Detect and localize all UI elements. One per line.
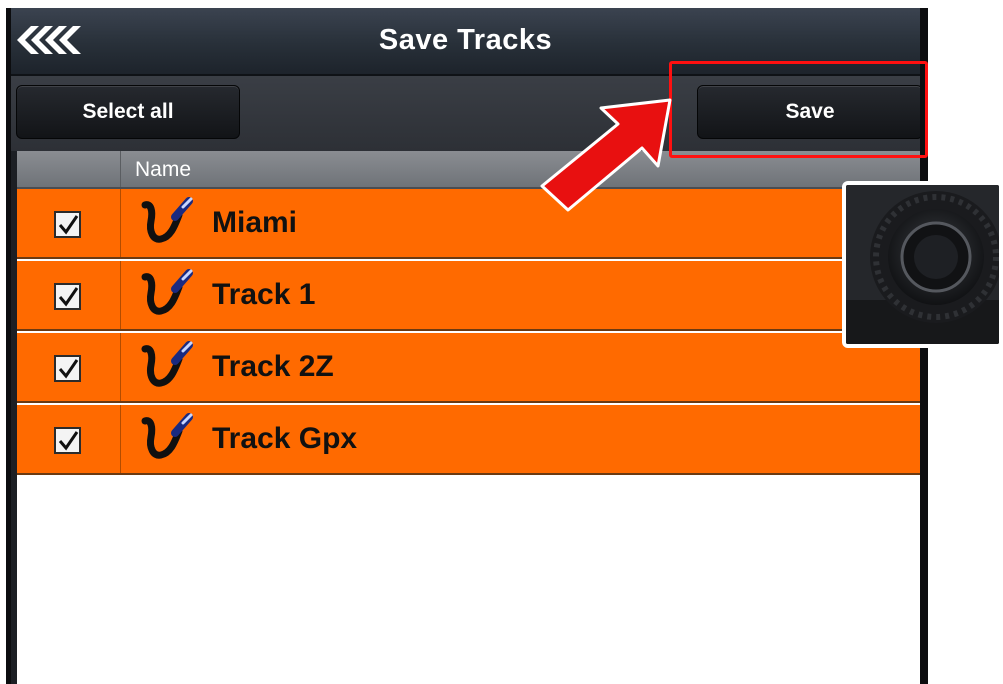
page-title: Save Tracks <box>378 24 553 56</box>
row-checkbox[interactable] <box>54 211 81 238</box>
column-divider <box>120 261 121 329</box>
table-row[interactable]: Track 2Z <box>17 333 920 403</box>
save-highlight-box <box>669 61 928 158</box>
checkmark-icon <box>58 214 78 234</box>
track-name: Miami <box>212 206 298 239</box>
checkmark-icon <box>58 358 78 378</box>
row-checkbox[interactable] <box>54 283 81 310</box>
rotary-knob-icon <box>846 185 999 344</box>
table-row[interactable]: Track Gpx <box>17 405 920 475</box>
rotary-knob-inset <box>842 181 1003 348</box>
select-all-button[interactable]: Select all <box>16 85 240 139</box>
track-name: Track 1 <box>212 278 316 311</box>
column-divider <box>120 333 121 401</box>
table-row[interactable]: Miami <box>17 189 920 259</box>
track-icon <box>141 341 193 387</box>
row-checkbox[interactable] <box>54 355 81 382</box>
name-column-header[interactable]: Name <box>135 158 191 182</box>
column-divider <box>120 151 121 187</box>
column-divider <box>120 405 121 473</box>
track-name: Track 2Z <box>212 350 334 383</box>
checkmark-icon <box>58 286 78 306</box>
table-row[interactable]: Track 1 <box>17 261 920 331</box>
row-checkbox[interactable] <box>54 427 81 454</box>
tracks-table: Name Miami Track 1 Track 2Z Track Gpx <box>17 151 920 684</box>
track-name: Track Gpx <box>212 422 358 455</box>
track-icon <box>141 269 193 315</box>
checkmark-icon <box>58 430 78 450</box>
track-icon <box>141 197 193 243</box>
column-divider <box>120 189 121 257</box>
red-arrow-icon <box>540 98 672 212</box>
track-icon <box>141 413 193 459</box>
